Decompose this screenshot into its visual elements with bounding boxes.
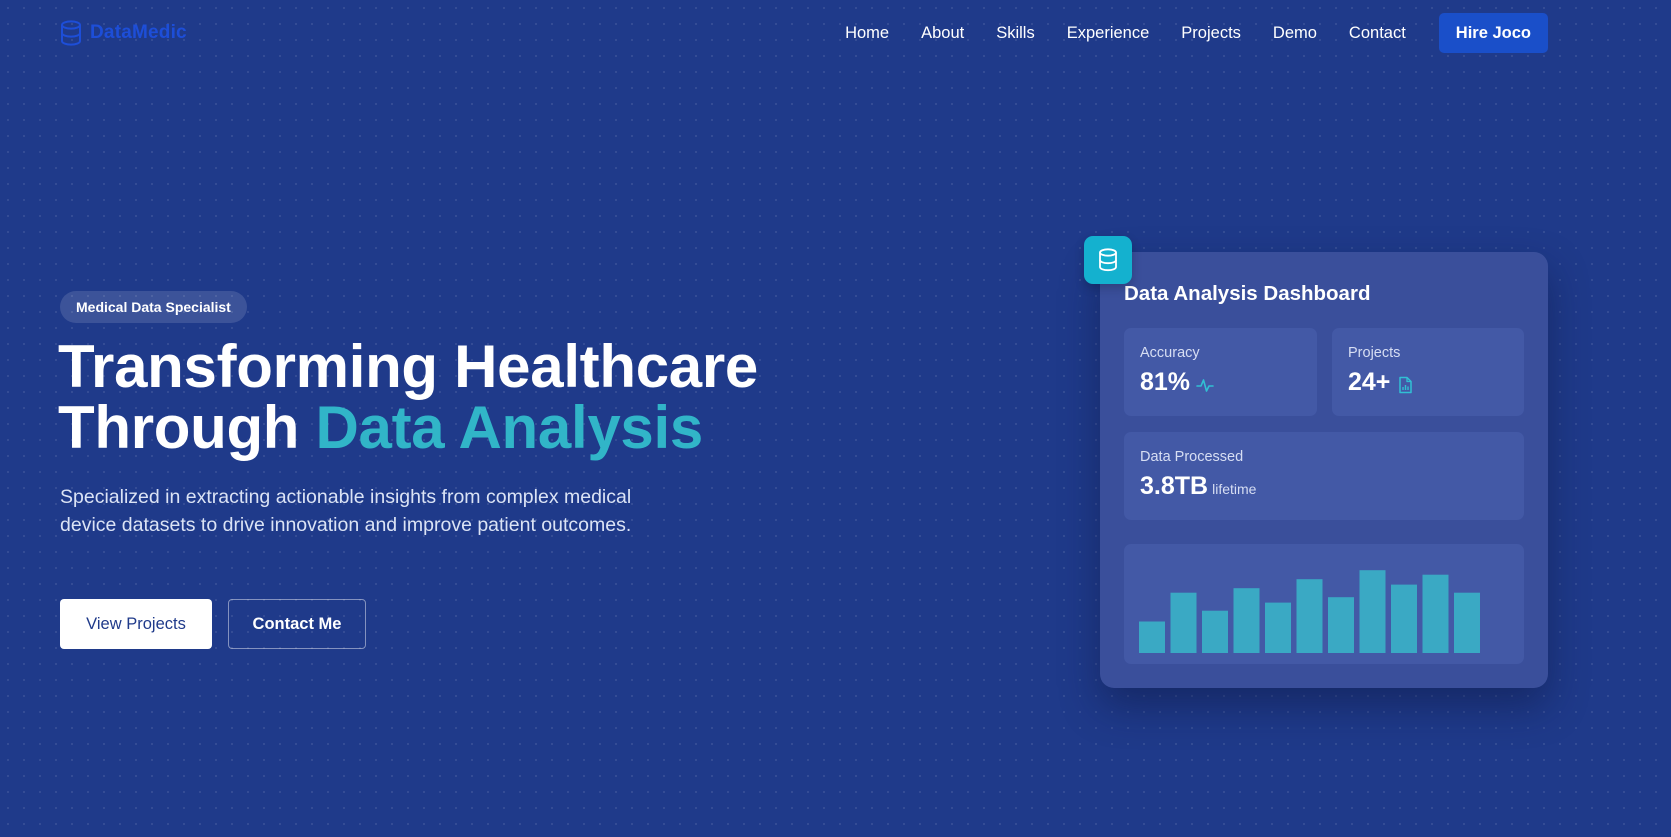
stat-projects-label: Projects [1348,345,1401,361]
hero-headline: Transforming Healthcare Through Data Ana… [58,336,878,458]
logo-text: DataMedic [90,22,187,43]
logo[interactable]: DataMedic [60,20,187,46]
stat-projects: Projects 24+ [1332,328,1524,416]
dashboard-card: Data Analysis Dashboard Accuracy 81% Pro… [1100,252,1548,688]
nav-link-experience[interactable]: Experience [1067,13,1150,53]
stat-data-value: 3.8TB [1140,472,1209,500]
chart-bar [1170,592,1197,653]
stat-projects-value: 24+ [1348,368,1391,396]
stat-data-suffix: lifetime [1212,481,1257,497]
contact-me-button[interactable]: Contact Me [228,599,366,649]
dashboard-title: Data Analysis Dashboard [1124,282,1371,305]
stat-data-processed: Data Processed 3.8TB lifetime [1124,432,1524,520]
database-icon [1099,248,1117,272]
stat-accuracy-label: Accuracy [1140,345,1200,361]
chart-bar [1202,610,1228,653]
dashboard-badge [1084,236,1132,284]
chart-bar [1359,570,1386,653]
headline-line-2-accent: Data Analysis [315,394,704,461]
chart-bar [1328,597,1354,653]
nav-link-home[interactable]: Home [845,13,889,53]
database-icon [61,20,81,46]
headline-line-2-plain: Through [58,394,316,461]
stat-accuracy: Accuracy 81% [1124,328,1317,416]
nav-link-demo[interactable]: Demo [1273,13,1317,53]
chart-bar [1454,592,1480,653]
file-chart-icon [1399,376,1413,393]
view-projects-button[interactable]: View Projects [60,599,212,649]
nav-links: Home About Skills Experience Projects De… [845,13,1548,53]
nav-link-about[interactable]: About [921,13,964,53]
chart-bar [1233,588,1260,653]
hero-subtitle: Specialized in extracting actionable ins… [60,486,632,536]
chart-bar [1265,602,1291,653]
activity-icon [1196,378,1214,392]
nav-link-contact[interactable]: Contact [1349,13,1406,53]
top-nav: DataMedic Home About Skills Experience P… [0,0,1671,66]
bar-chart-svg [1139,570,1480,653]
hire-button[interactable]: Hire Joco [1438,13,1548,53]
nav-link-projects[interactable]: Projects [1181,13,1241,53]
stat-data-label: Data Processed [1140,449,1244,465]
mini-bar-chart [1124,544,1524,664]
stat-accuracy-value: 81% [1140,368,1191,396]
chart-bar [1422,574,1449,653]
chart-bar [1296,579,1323,653]
headline-line-1: Transforming Healthcare [58,333,758,400]
chart-bar [1139,621,1165,653]
specialty-badge: Medical Data Specialist [60,291,247,323]
chart-bar [1391,584,1417,653]
nav-link-skills[interactable]: Skills [996,13,1035,53]
hero-buttons: View Projects Contact Me [60,599,366,649]
